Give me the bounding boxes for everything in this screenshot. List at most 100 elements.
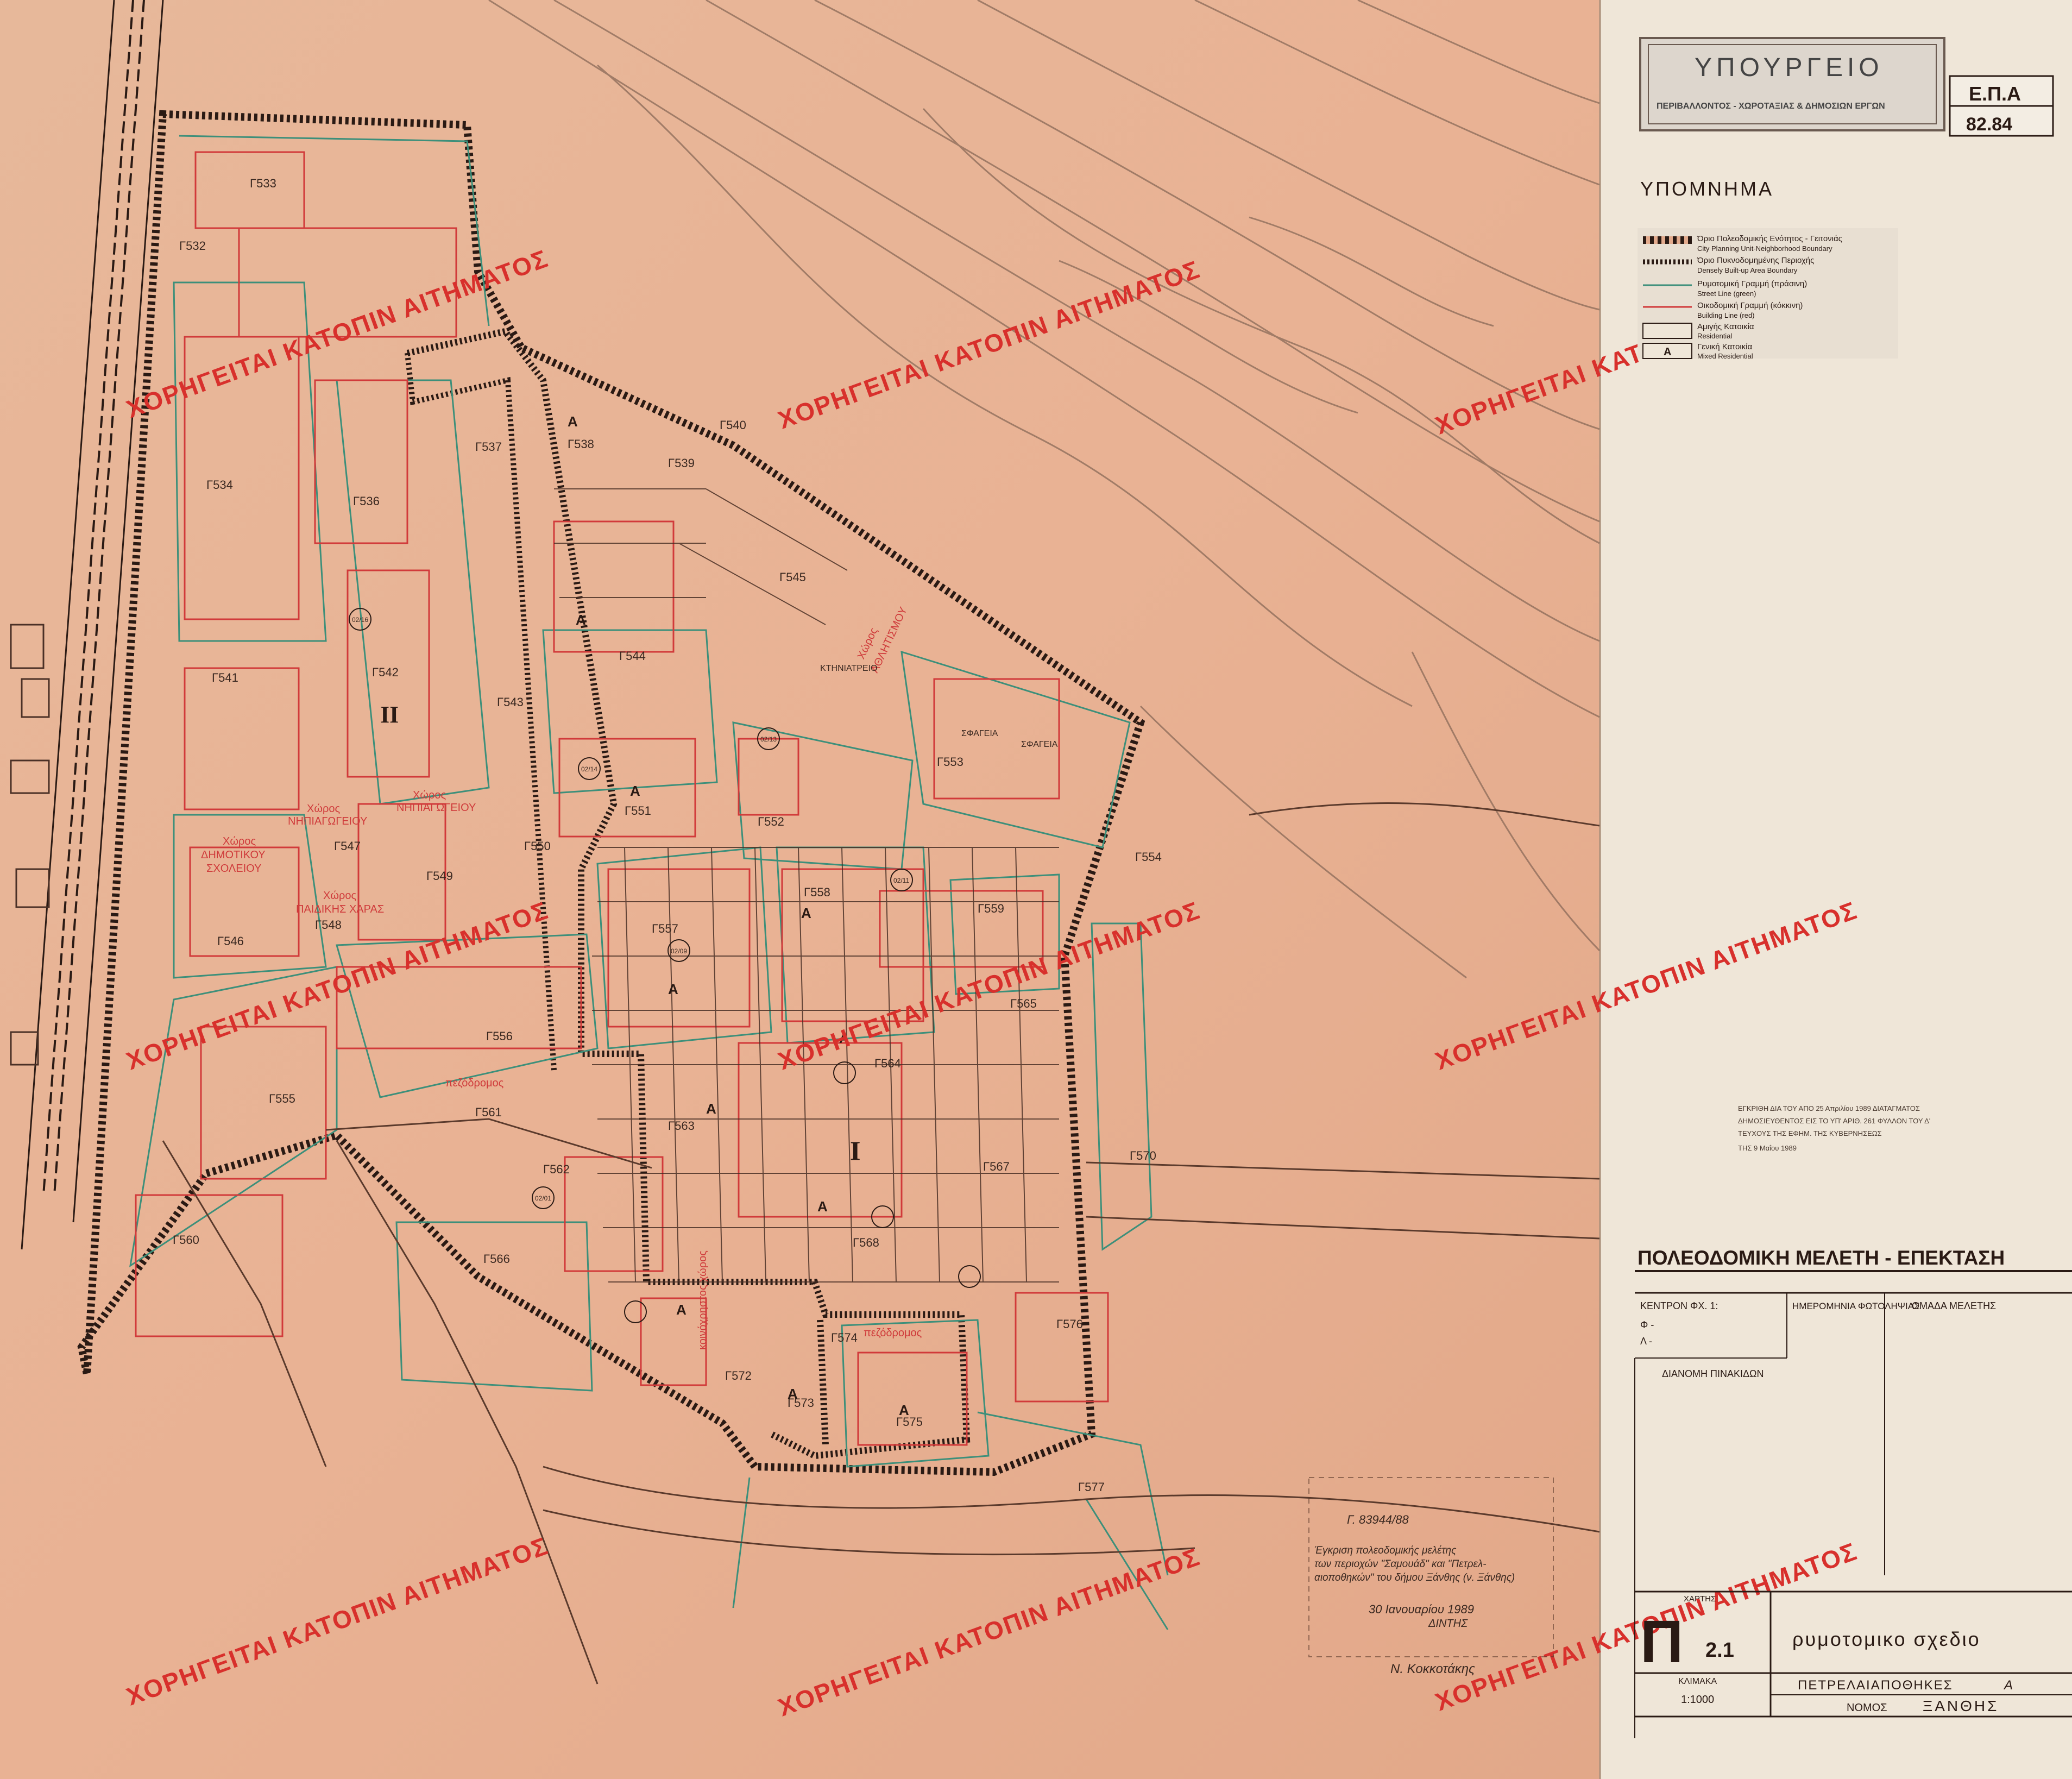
walkway-label: πεζόδρομος	[445, 1077, 504, 1089]
parcel-code: 02/01	[535, 1195, 551, 1202]
phi-label: Φ -	[1640, 1319, 1654, 1330]
mixed-residential-marker: A	[817, 1198, 828, 1215]
block-label: Γ532	[179, 239, 206, 253]
kindergarten-label: Χώρος	[413, 789, 446, 801]
block-label: Γ557	[652, 922, 678, 935]
block-label: Γ545	[779, 570, 806, 584]
approval-line: ΤΕΥΧΟΥΣ ΤΗΣ ΕΦΗΜ. ΤΗΣ ΚΥΒΕΡΝΗΣΕΩΣ	[1738, 1129, 1882, 1137]
vet-label: ΚΤΗΝΙΑΤΡΕΙΟ	[820, 664, 878, 673]
block-label: Γ563	[668, 1119, 695, 1133]
legend-title: ΥΠΟΜΝΗΜΑ	[1640, 178, 1774, 200]
block-label: Γ558	[804, 885, 830, 899]
walkway-label: πεζόδρομος	[864, 1327, 922, 1339]
playground-label: ΠΑΙΔΙΚΗΣ ΧΑΡΑΣ	[296, 903, 384, 915]
approval-line: ΤΗΣ 9 Μαΐου 1989	[1738, 1144, 1797, 1152]
nomos-value: ΞΑΝΘΗΣ	[1923, 1698, 1999, 1714]
legend-swatch-box	[1642, 323, 1692, 339]
block-label: Γ541	[212, 671, 238, 684]
block-label: Γ552	[758, 815, 784, 828]
mixed-residential-marker: A	[801, 905, 811, 921]
block-label: Γ556	[486, 1029, 513, 1043]
map-title: ρυμοτομικο σχεδιο	[1792, 1628, 1981, 1650]
playground-label: Χώρος	[323, 890, 356, 902]
note-text: Έγκριση πολεοδομικής μελέτης	[1314, 1545, 1457, 1556]
block-label: Γ560	[173, 1233, 199, 1247]
zone-one-label: I	[850, 1135, 860, 1166]
mixed-residential-marker: A	[899, 1402, 909, 1418]
parcel-code: 02/13	[760, 736, 777, 743]
block-label: Γ559	[978, 902, 1004, 915]
slaughterhouse-label: ΣΦΑΓΕΙΑ	[1021, 740, 1058, 749]
area-mark: Α	[2003, 1678, 2013, 1693]
block-label: Γ561	[475, 1105, 502, 1119]
map-sheet: Γ533 Γ532 Γ534 Γ536 Γ537 Γ538 Γ539 Γ540 …	[0, 0, 2072, 1779]
note-role: ΔΙΝΤΗΣ	[1428, 1618, 1468, 1630]
kindergarten-label: ΝΗΠΙΑΓΩΓΕΙΟΥ	[396, 802, 476, 814]
legend-item-en: City Planning Unit-Neighborhood Boundary	[1697, 244, 1832, 253]
block-label: Γ547	[334, 839, 361, 853]
legend-item-gr: Αμιγής Κατοικία	[1697, 322, 1754, 331]
block-label: Γ549	[426, 869, 453, 883]
block-label: Γ537	[475, 440, 502, 454]
stamp-line1: ΥΠΟΥΡΓΕΙΟ	[1695, 53, 1884, 82]
nomos-label: ΝΟΜΟΣ	[1847, 1702, 1887, 1714]
block-label: Γ539	[668, 456, 695, 470]
legend-item-gr: Όριο Πυκνοδομημένης Περιοχής	[1697, 256, 1814, 265]
slaughterhouse-label: ΣΦΑΓΕΙΑ	[961, 729, 998, 738]
legend-item-gr: Γενική Κατοικία	[1697, 342, 1753, 351]
approval-line: ΕΓΚΡΙΘΗ ΔΙΑ ΤΟΥ ΑΠΟ 25 Απριλίου 1989 ΔΙΑ…	[1738, 1104, 1920, 1112]
block-label: Γ536	[353, 494, 380, 508]
block-label: Γ533	[250, 177, 276, 190]
block-label: Γ534	[206, 478, 233, 492]
note-date: 30 Ιανουαρίου 1989	[1369, 1602, 1474, 1616]
parcel-code: 02/14	[581, 765, 597, 773]
urban-plan-map: Γ533 Γ532 Γ534 Γ536 Γ537 Γ538 Γ539 Γ540 …	[0, 0, 2072, 1779]
block-label: Γ565	[1010, 997, 1037, 1010]
mixed-residential-marker: A	[630, 783, 640, 799]
stamp-line2: ΠΕΡΙΒΑΛΛΟΝΤΟΣ - ΧΩΡΟΤΑΞΙΑΣ & ΔΗΜΟΣΙΩΝ ΕΡ…	[1657, 102, 1885, 111]
legend-item-gr: Οικοδομική Γραμμή (κόκκινη)	[1697, 301, 1803, 310]
ministry-stamp: ΥΠΟΥΡΓΕΙΟ ΠΕΡΙΒΑΛΛΟΝΤΟΣ - ΧΩΡΟΤΑΞΙΑΣ & Δ…	[1639, 37, 1945, 131]
mixed-residential-marker: A	[568, 413, 578, 430]
legend-item-en: Building Line (red)	[1697, 311, 1755, 319]
legend-item-en: Residential	[1697, 332, 1732, 340]
note-text: των περιοχών "Σαμουάδ" και "Πετρελ-	[1314, 1558, 1487, 1570]
block-label: Γ544	[619, 649, 646, 663]
note-ref: Γ. 83944/88	[1347, 1513, 1409, 1526]
mixed-residential-marker: A	[676, 1302, 687, 1318]
scale-label: ΚΛΙΜΑΚΑ	[1678, 1677, 1717, 1686]
mixed-residential-marker: A	[788, 1386, 798, 1402]
block-label: Γ562	[543, 1162, 570, 1176]
legend-item-en: Densely Built-up Area Boundary	[1697, 266, 1798, 274]
legend-item-en: Mixed Residential	[1697, 352, 1753, 360]
block-label: Γ546	[217, 934, 244, 948]
distribution-label: ΔΙΑΝΟΜΗ ΠΙΝΑΚΙΔΩΝ	[1662, 1368, 1764, 1379]
block-label: Γ576	[1056, 1317, 1083, 1331]
parcel-code: 02/11	[893, 877, 909, 884]
scale-value: 1:1000	[1681, 1694, 1714, 1706]
note-signer: Ν. Κοκκοτάκης	[1390, 1662, 1475, 1676]
legend-item-gr: Όριο Πολεοδομικής Ενότητος - Γειτονιάς	[1697, 234, 1842, 243]
kentron-label: ΚΕΝΤΡΟΝ ΦΧ. 1:	[1640, 1300, 1718, 1311]
approval-line: ΔΗΜΟΣΙΕΥΘΕΝΤΟΣ ΕΙΣ ΤΟ ΥΠ' ΑΡΙΘ. 261 ΦΥΛΛ…	[1738, 1117, 1930, 1125]
block-label: Γ577	[1078, 1480, 1105, 1494]
parcel-code: 02/16	[352, 616, 368, 624]
block-label: Γ540	[720, 418, 746, 432]
block-label: Γ553	[937, 755, 963, 769]
block-label: Γ564	[874, 1057, 901, 1070]
legend-item-en: Street Line (green)	[1697, 290, 1756, 298]
lambda-label: Λ -	[1640, 1336, 1652, 1347]
team-label: ΟΜΑΔΑ ΜΕΛΕΤΗΣ	[1912, 1300, 1996, 1311]
kindergarten-label: ΝΗΠΙΑΓΩΓΕΙΟΥ	[288, 815, 367, 827]
legend-swatch-hatched	[1643, 236, 1692, 244]
legend-swatch-letter: A	[1664, 346, 1671, 358]
mixed-residential-marker: A	[668, 981, 678, 997]
block-label: Γ554	[1135, 850, 1162, 864]
block-label: Γ572	[725, 1369, 752, 1382]
zone-two-label: II	[380, 701, 399, 728]
block-label: Γ543	[497, 695, 524, 709]
school-label: ΣΧΟΛΕΙΟΥ	[206, 863, 261, 875]
green-space-label: κοινόχρηστος χώρος	[697, 1250, 709, 1350]
school-label: Χώρος	[223, 835, 256, 847]
school-label: ΔΗΜΟΤΙΚΟΥ	[201, 849, 266, 861]
